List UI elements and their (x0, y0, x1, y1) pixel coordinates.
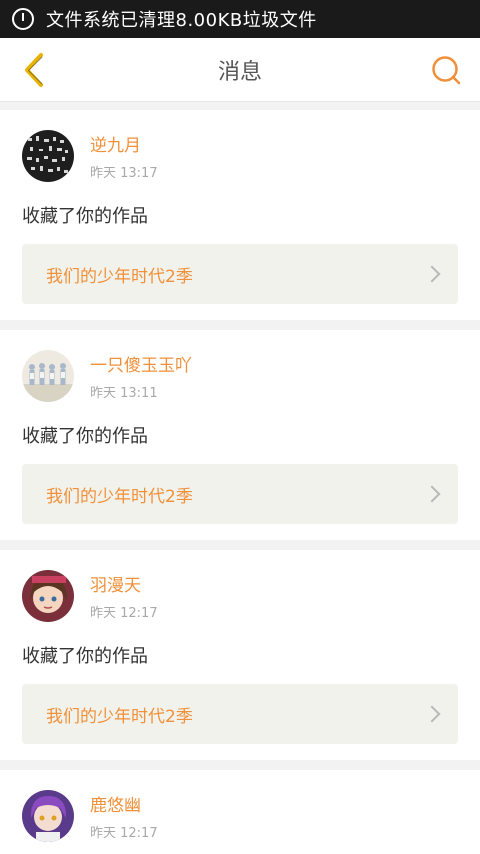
message-item: 一只傻玉玉吖 昨天 13:11 收藏了你的作品 我们的少年时代2季 (0, 330, 480, 540)
username[interactable]: 一只傻玉玉吖 (90, 351, 192, 376)
work-title: 我们的少年时代2季 (46, 266, 193, 287)
action-text: 收藏了你的作品 (22, 206, 148, 227)
work-title: 我们的少年时代2季 (46, 486, 193, 507)
work-link[interactable]: 我们的少年时代2季 (22, 684, 458, 744)
clock-icon (12, 8, 34, 30)
chevron-right-icon (423, 705, 441, 723)
search-button[interactable] (426, 50, 466, 90)
chevron-right-icon (423, 485, 441, 503)
work-link[interactable]: 我们的少年时代2季 (22, 244, 458, 304)
avatar[interactable] (22, 130, 74, 182)
action-text: 收藏了你的作品 (22, 646, 148, 667)
status-bar: 文件系统已清理8.00KB垃圾文件 (0, 0, 480, 38)
back-button[interactable] (14, 50, 54, 90)
avatar[interactable] (22, 570, 74, 622)
message-list: 逆九月 昨天 13:17 收藏了你的作品 我们的少年时代2季 一只傻玉玉吖 昨天… (0, 102, 480, 854)
message-item: 逆九月 昨天 13:17 收藏了你的作品 我们的少年时代2季 (0, 110, 480, 320)
back-chevron-icon (25, 52, 43, 87)
page-title: 消息 (217, 59, 262, 85)
work-title: 我们的少年时代2季 (46, 706, 193, 727)
timestamp: 昨天 13:11 (90, 386, 158, 401)
username[interactable]: 鹿悠幽 (90, 791, 158, 816)
search-icon (432, 55, 461, 84)
status-text: 文件系统已清理8.00KB垃圾文件 (46, 10, 317, 31)
work-link[interactable]: 我们的少年时代2季 (22, 464, 458, 524)
avatar[interactable] (22, 790, 74, 842)
avatar[interactable] (22, 350, 74, 402)
timestamp: 昨天 13:17 (90, 166, 158, 181)
timestamp: 昨天 12:17 (90, 826, 158, 841)
message-item: 鹿悠幽 昨天 12:17 (0, 770, 480, 854)
message-item: 羽漫天 昨天 12:17 收藏了你的作品 我们的少年时代2季 (0, 550, 480, 760)
top-bar: 消息 (0, 38, 480, 102)
chevron-right-icon (423, 265, 441, 283)
action-text: 收藏了你的作品 (22, 426, 148, 447)
username[interactable]: 羽漫天 (90, 571, 158, 596)
username[interactable]: 逆九月 (90, 131, 158, 156)
timestamp: 昨天 12:17 (90, 606, 158, 621)
